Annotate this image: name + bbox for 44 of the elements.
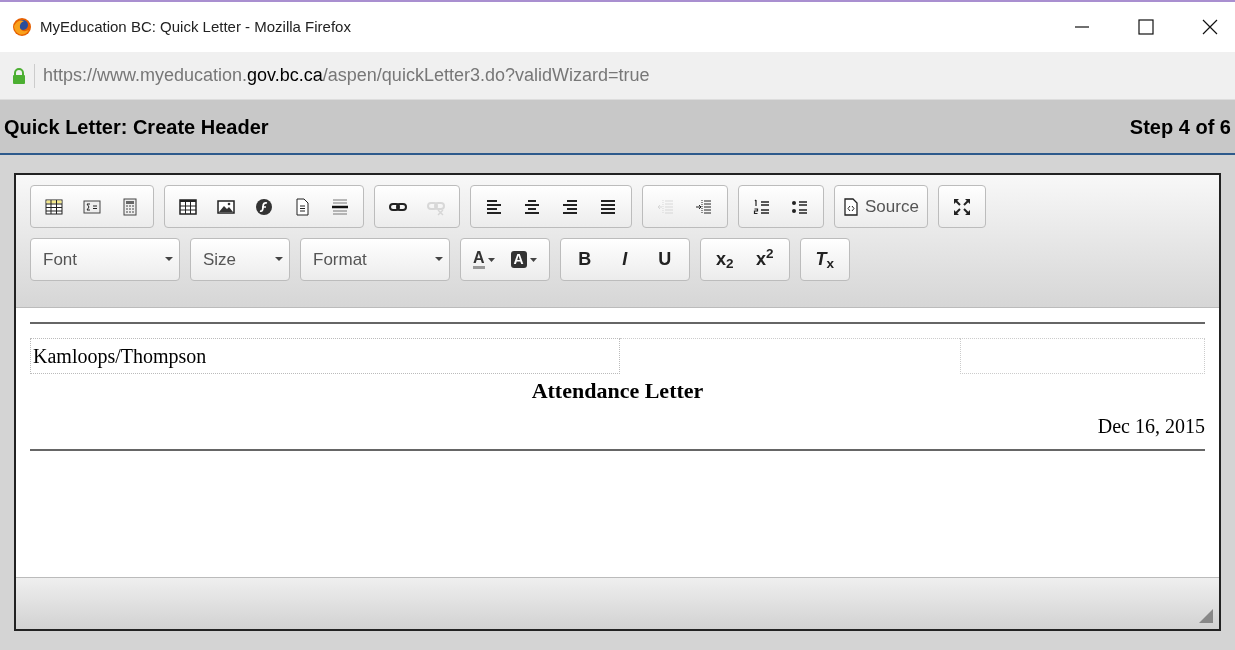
text-color-button[interactable]: A	[465, 241, 503, 278]
format-button[interactable]: x$^{2}$	[744, 241, 785, 278]
formula-icon[interactable]	[83, 197, 101, 216]
indent-icon[interactable]	[695, 197, 713, 216]
format-button[interactable]: x$_{2}$	[704, 241, 745, 278]
document-icon[interactable]	[293, 197, 311, 216]
align-center-icon[interactable]	[523, 197, 541, 216]
table-icon[interactable]	[179, 197, 197, 216]
format-button[interactable]: U	[644, 241, 685, 278]
maximize-icon[interactable]	[952, 197, 971, 216]
align-right-icon[interactable]	[561, 197, 579, 216]
step-indicator: Step 4 of 6	[1129, 114, 1231, 140]
image-icon[interactable]	[217, 197, 235, 216]
letter-date: Dec 16, 2015	[1097, 415, 1205, 437]
caret-icon	[275, 257, 283, 262]
caret-icon	[487, 257, 495, 262]
caret-icon	[165, 257, 173, 262]
horizontal-rule-icon[interactable]	[331, 197, 349, 216]
lock-icon	[12, 67, 26, 84]
page-title: Quick Letter: Create Header	[4, 114, 269, 140]
background-color-button[interactable]: A	[502, 241, 545, 278]
region-text: Kamloops/Thompson	[33, 344, 207, 370]
dropdown[interactable]: Size	[191, 241, 289, 278]
numbered-list-icon[interactable]	[753, 197, 771, 216]
dropdown[interactable]: Format	[301, 241, 449, 278]
format-button[interactable]: B	[564, 241, 605, 278]
editor-content[interactable]: Kamloops/Thompson Attendance Letter Dec 16, 2015	[16, 308, 1219, 577]
window-title: MyEducation BC: Quick Letter - Mozilla Firefox	[40, 16, 351, 37]
browser-logo-icon	[12, 17, 32, 37]
caret-icon	[529, 257, 537, 262]
dropdown[interactable]: Font	[31, 241, 179, 278]
letter-heading: Attendance Letter	[531, 378, 704, 403]
caret-icon	[435, 257, 443, 262]
align-left-icon[interactable]	[485, 197, 503, 216]
close-icon[interactable]	[1201, 18, 1219, 36]
resize-grip-icon[interactable]	[1199, 609, 1213, 623]
justify-icon[interactable]	[599, 197, 617, 216]
format-button[interactable]: I	[604, 241, 645, 278]
table-icon[interactable]	[45, 197, 63, 216]
source-button[interactable]: Source	[839, 188, 923, 225]
code-document-icon	[843, 197, 859, 216]
flash-icon[interactable]	[255, 197, 273, 216]
format-button[interactable]: T$_{x}$	[804, 241, 845, 278]
calculator-icon[interactable]	[121, 197, 139, 216]
